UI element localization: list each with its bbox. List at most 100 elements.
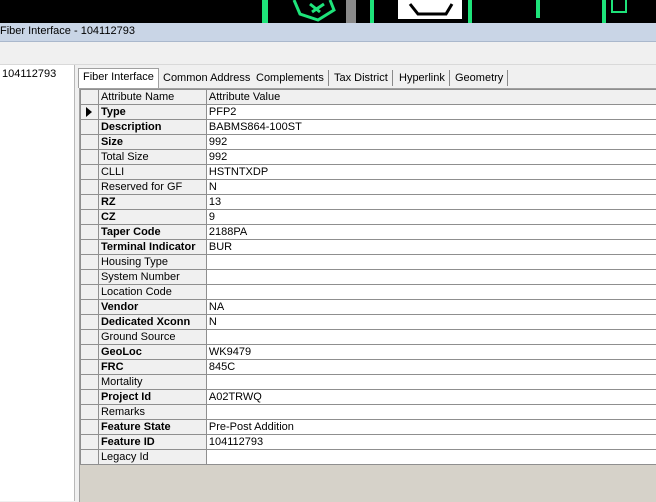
table-row[interactable]: System Number — [81, 270, 656, 285]
row-selector[interactable] — [81, 180, 99, 195]
map-canvas-strip[interactable] — [0, 0, 656, 23]
row-selector[interactable] — [81, 315, 99, 330]
attribute-name-cell: Dedicated Xconn — [98, 315, 206, 330]
row-selector[interactable] — [81, 330, 99, 345]
attribute-value-cell[interactable]: N — [206, 180, 656, 195]
table-row[interactable]: Project IdA02TRWQ — [81, 390, 656, 405]
row-selector[interactable] — [81, 360, 99, 375]
table-row[interactable]: Total Size992 — [81, 150, 656, 165]
attribute-value-cell[interactable]: 992 — [206, 135, 656, 150]
map-feature — [536, 0, 540, 18]
attribute-value-cell[interactable]: A02TRWQ — [206, 390, 656, 405]
table-row[interactable]: CLLIHSTNTXDP — [81, 165, 656, 180]
attribute-value-cell[interactable]: HSTNTXDP — [206, 165, 656, 180]
window-title-bar[interactable]: Fiber Interface - 104112793 — [0, 23, 656, 42]
table-row[interactable]: Reserved for GFN — [81, 180, 656, 195]
table-row[interactable]: Terminal IndicatorBUR — [81, 240, 656, 255]
attribute-value-cell[interactable]: Pre-Post Addition — [206, 420, 656, 435]
tab-fiber-interface[interactable]: Fiber Interface — [78, 68, 159, 88]
map-feature — [398, 0, 462, 19]
attribute-name-cell: CLLI — [98, 165, 206, 180]
attribute-value-cell[interactable]: 9 — [206, 210, 656, 225]
row-selector[interactable] — [81, 420, 99, 435]
table-row[interactable]: GeoLocWK9479 — [81, 345, 656, 360]
table-row[interactable]: Feature StatePre-Post Addition — [81, 420, 656, 435]
attribute-value-cell[interactable]: BABMS864-100ST — [206, 120, 656, 135]
attribute-value-cell[interactable]: NA — [206, 300, 656, 315]
row-selector[interactable] — [81, 225, 99, 240]
attribute-name-cell: Project Id — [98, 390, 206, 405]
attribute-value-cell[interactable] — [206, 270, 656, 285]
column-header-attribute-name[interactable]: Attribute Name — [98, 90, 206, 105]
table-row[interactable]: Legacy Id — [81, 450, 656, 465]
attribute-value-cell[interactable] — [206, 255, 656, 270]
column-header-attribute-value[interactable]: Attribute Value — [206, 90, 656, 105]
table-row[interactable]: Ground Source — [81, 330, 656, 345]
attribute-value-cell[interactable]: 13 — [206, 195, 656, 210]
table-row[interactable]: DescriptionBABMS864-100ST — [81, 120, 656, 135]
table-row[interactable]: RZ13 — [81, 195, 656, 210]
table-row[interactable]: Remarks — [81, 405, 656, 420]
row-selector[interactable] — [81, 195, 99, 210]
map-feature — [310, 4, 324, 12]
row-selector[interactable] — [81, 450, 99, 465]
attribute-value-cell[interactable] — [206, 450, 656, 465]
map-feature — [370, 0, 374, 23]
attribute-name-cell: Legacy Id — [98, 450, 206, 465]
attribute-value-cell[interactable] — [206, 330, 656, 345]
attribute-value-cell[interactable]: 845C — [206, 360, 656, 375]
attribute-value-cell[interactable] — [206, 285, 656, 300]
map-feature — [602, 0, 606, 23]
attribute-name-cell: Remarks — [98, 405, 206, 420]
tab-geometry[interactable]: Geometry — [451, 70, 508, 86]
table-row[interactable]: Feature ID104112793 — [81, 435, 656, 450]
table-row[interactable]: Mortality — [81, 375, 656, 390]
attribute-grid[interactable]: Attribute Name Attribute Value TypePFP2D… — [79, 88, 656, 502]
row-selector[interactable] — [81, 270, 99, 285]
attribute-value-cell[interactable]: BUR — [206, 240, 656, 255]
row-selector[interactable] — [81, 375, 99, 390]
row-selector[interactable] — [81, 120, 99, 135]
tab-hyperlink[interactable]: Hyperlink — [395, 70, 450, 86]
table-row[interactable]: FRC845C — [81, 360, 656, 375]
attribute-name-cell: Mortality — [98, 375, 206, 390]
feature-tree[interactable]: 104112793 — [0, 65, 75, 501]
attribute-value-cell[interactable]: N — [206, 315, 656, 330]
attribute-value-cell[interactable]: 104112793 — [206, 435, 656, 450]
table-row[interactable]: CZ9 — [81, 210, 656, 225]
tab-tax-district[interactable]: Tax District — [330, 70, 393, 86]
row-selector[interactable] — [81, 150, 99, 165]
attribute-value-cell[interactable] — [206, 405, 656, 420]
attribute-name-cell: FRC — [98, 360, 206, 375]
table-row[interactable]: Housing Type — [81, 255, 656, 270]
tree-item[interactable]: 104112793 — [2, 68, 56, 80]
row-selector[interactable] — [81, 300, 99, 315]
row-selector[interactable] — [81, 435, 99, 450]
row-selector[interactable] — [81, 210, 99, 225]
table-row[interactable]: Location Code — [81, 285, 656, 300]
row-selector[interactable] — [81, 165, 99, 180]
row-selector[interactable] — [81, 285, 99, 300]
tab-complements[interactable]: Complements — [252, 70, 329, 86]
attribute-value-cell[interactable]: PFP2 — [206, 105, 656, 120]
row-selector[interactable] — [81, 345, 99, 360]
table-row[interactable]: Dedicated XconnN — [81, 315, 656, 330]
attribute-value-cell[interactable]: WK9479 — [206, 345, 656, 360]
row-selector[interactable] — [81, 105, 99, 120]
attribute-value-cell[interactable]: 992 — [206, 150, 656, 165]
row-selector[interactable] — [81, 405, 99, 420]
attribute-value-cell[interactable] — [206, 375, 656, 390]
table-row[interactable]: Taper Code2188PA — [81, 225, 656, 240]
attribute-name-cell: Vendor — [98, 300, 206, 315]
row-selector[interactable] — [81, 240, 99, 255]
table-row[interactable]: Size992 — [81, 135, 656, 150]
table-row[interactable]: VendorNA — [81, 300, 656, 315]
attribute-value-cell[interactable]: 2188PA — [206, 225, 656, 240]
attribute-name-cell: CZ — [98, 210, 206, 225]
attribute-table: Attribute Name Attribute Value TypePFP2D… — [80, 89, 656, 465]
row-selector[interactable] — [81, 390, 99, 405]
row-selector[interactable] — [81, 135, 99, 150]
tab-common-address[interactable]: Common Address — [159, 70, 255, 86]
table-row[interactable]: TypePFP2 — [81, 105, 656, 120]
row-selector[interactable] — [81, 255, 99, 270]
